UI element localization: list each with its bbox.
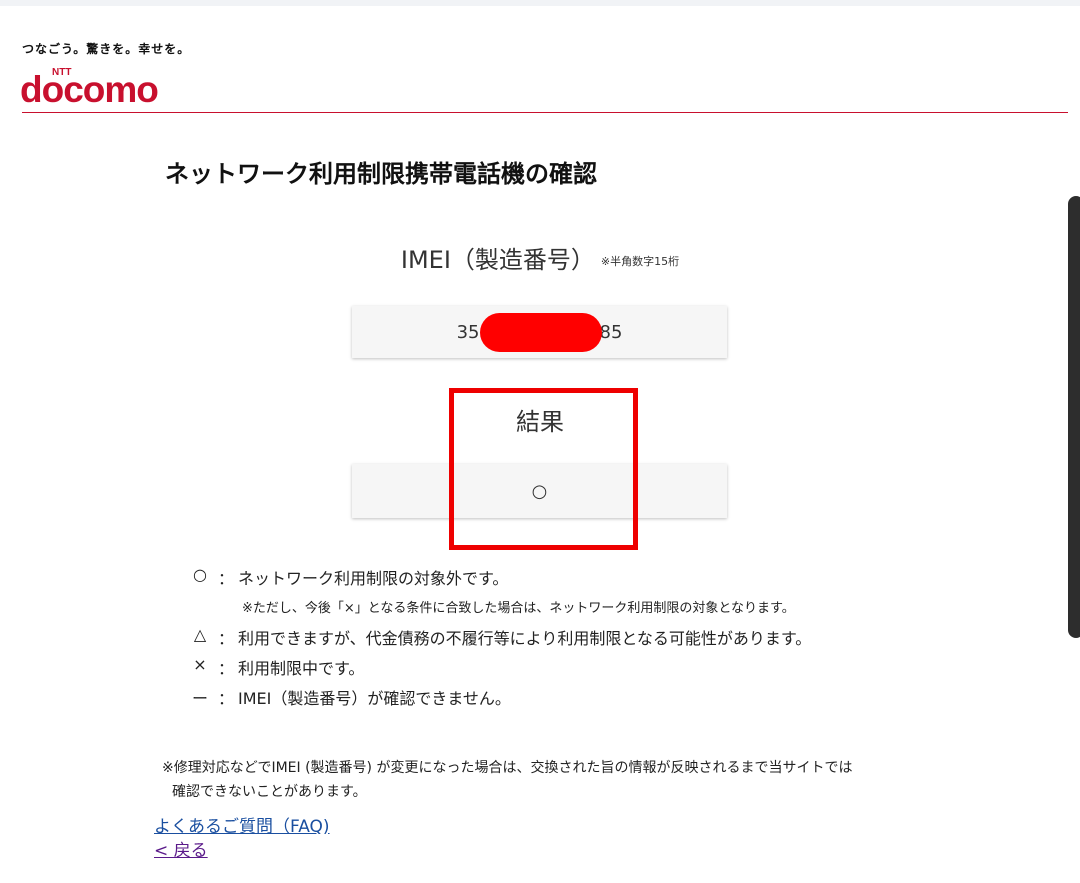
page-title: ネットワーク利用制限携帯電話機の確認 xyxy=(165,160,597,188)
scrollbar[interactable] xyxy=(1068,196,1080,638)
legend-text: 利用できますが、代金債務の不履行等により利用制限となる可能性があります。 xyxy=(238,629,812,648)
back-link[interactable]: < 戻る xyxy=(154,836,208,861)
dash-symbol: ー xyxy=(191,689,208,708)
legend-text: IMEI（製造番号）が確認できません。 xyxy=(238,689,511,708)
circle-symbol: ○ xyxy=(193,565,207,584)
redaction-mark xyxy=(480,313,602,352)
docomo-logo[interactable]: NTT docomo xyxy=(20,64,185,106)
legend-text: 利用制限中です。 xyxy=(238,659,365,678)
imei-value-prefix: 35 xyxy=(456,321,480,343)
triangle-symbol: △ xyxy=(193,625,207,644)
faq-link[interactable]: よくあるご質問（FAQ) xyxy=(154,812,330,837)
legend-text: ネットワーク利用制限の対象外です。 xyxy=(238,569,509,588)
legend-colon: ： xyxy=(218,659,235,678)
browser-top-strip xyxy=(0,0,1080,6)
imei-value-suffix: 85 xyxy=(599,321,623,343)
header-divider xyxy=(22,112,1068,113)
legend-colon: ： xyxy=(218,689,235,708)
imei-label-row: IMEI（製造番号） ※半角数字15桁 xyxy=(0,240,1080,275)
footnote-line-2: 確認できないことがあります。 xyxy=(172,784,367,800)
footnote-line-1: ※修理対応などでIMEI (製造番号) が変更になった場合は、交換された旨の情報… xyxy=(162,760,853,776)
legend-colon: ： xyxy=(218,569,235,588)
legend-note-text: ※ただし、今後「×」となる条件に合致した場合は、ネットワーク利用制限の対象となり… xyxy=(242,601,795,616)
result-highlight-box xyxy=(449,388,638,550)
imei-label: IMEI（製造番号） xyxy=(400,246,595,274)
logo-docomo-text: docomo xyxy=(20,69,158,106)
repair-footnote: ※修理対応などでIMEI (製造番号) が変更になった場合は、交換された旨の情報… xyxy=(162,756,942,804)
brand-tagline: つなごう。驚きを。幸せを。 xyxy=(22,42,191,56)
legend-colon: ： xyxy=(218,629,235,648)
imei-hint: ※半角数字15桁 xyxy=(600,255,680,268)
cross-symbol: × xyxy=(193,655,207,674)
